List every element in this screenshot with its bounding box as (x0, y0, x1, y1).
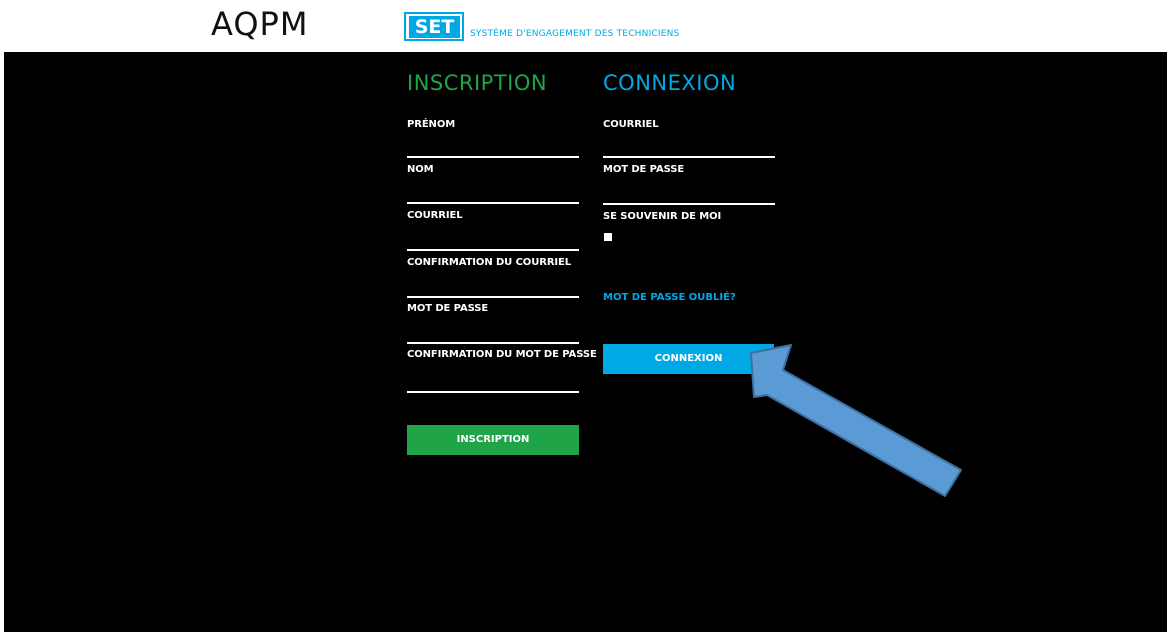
set-subtitle: SYSTÈME D'ENGAGEMENT DES TECHNICIENS (470, 29, 680, 39)
confirmation-mot-de-passe-underline (407, 391, 579, 393)
remember-me-checkbox[interactable] (604, 233, 612, 241)
mot-de-passe-underline (407, 342, 579, 344)
mot-de-passe-label: MOT DE PASSE (407, 303, 489, 314)
main-panel: INSCRIPTION PRÉNOM NOM COURRIEL CONFIRMA… (4, 52, 1167, 632)
courriel-input[interactable] (407, 224, 579, 246)
confirmation-courriel-underline (407, 296, 579, 298)
nom-label: NOM (407, 164, 434, 175)
inscription-title: INSCRIPTION (407, 71, 548, 95)
connexion-mot-de-passe-label: MOT DE PASSE (603, 164, 685, 175)
confirmation-mot-de-passe-input[interactable] (407, 366, 579, 388)
connexion-mot-de-passe-underline (603, 203, 775, 205)
prenom-input[interactable] (407, 132, 579, 154)
set-logo[interactable]: SET (404, 12, 464, 41)
confirmation-courriel-label: CONFIRMATION DU COURRIEL (407, 257, 572, 268)
nom-underline (407, 202, 579, 204)
mot-de-passe-input[interactable] (407, 317, 579, 339)
connexion-courriel-underline (603, 156, 775, 158)
prenom-underline (407, 156, 579, 158)
confirmation-courriel-input[interactable] (407, 271, 579, 293)
connexion-courriel-label: COURRIEL (603, 119, 659, 130)
courriel-label: COURRIEL (407, 210, 463, 221)
connexion-button[interactable]: CONNEXION (603, 344, 774, 374)
courriel-underline (407, 249, 579, 251)
confirmation-mot-de-passe-label: CONFIRMATION DU MOT DE PASSE (407, 349, 597, 360)
aqpm-logo-text: AQPM (211, 5, 309, 43)
connexion-mot-de-passe-input[interactable] (603, 178, 775, 200)
aqpm-logo[interactable]: AQPM (211, 6, 308, 42)
set-logo-label: SET (409, 16, 460, 38)
inscription-button[interactable]: INSCRIPTION (407, 425, 579, 455)
prenom-label: PRÉNOM (407, 119, 456, 130)
remember-me-label: SE SOUVENIR DE MOI (603, 211, 722, 222)
connexion-title: CONNEXION (603, 71, 737, 95)
connexion-courriel-input[interactable] (603, 132, 775, 154)
header: AQPM SET SYSTÈME D'ENGAGEMENT DES TECHNI… (0, 0, 1167, 52)
nom-input[interactable] (407, 178, 579, 200)
forgot-password-link[interactable]: MOT DE PASSE OUBLIÉ? (603, 292, 736, 303)
